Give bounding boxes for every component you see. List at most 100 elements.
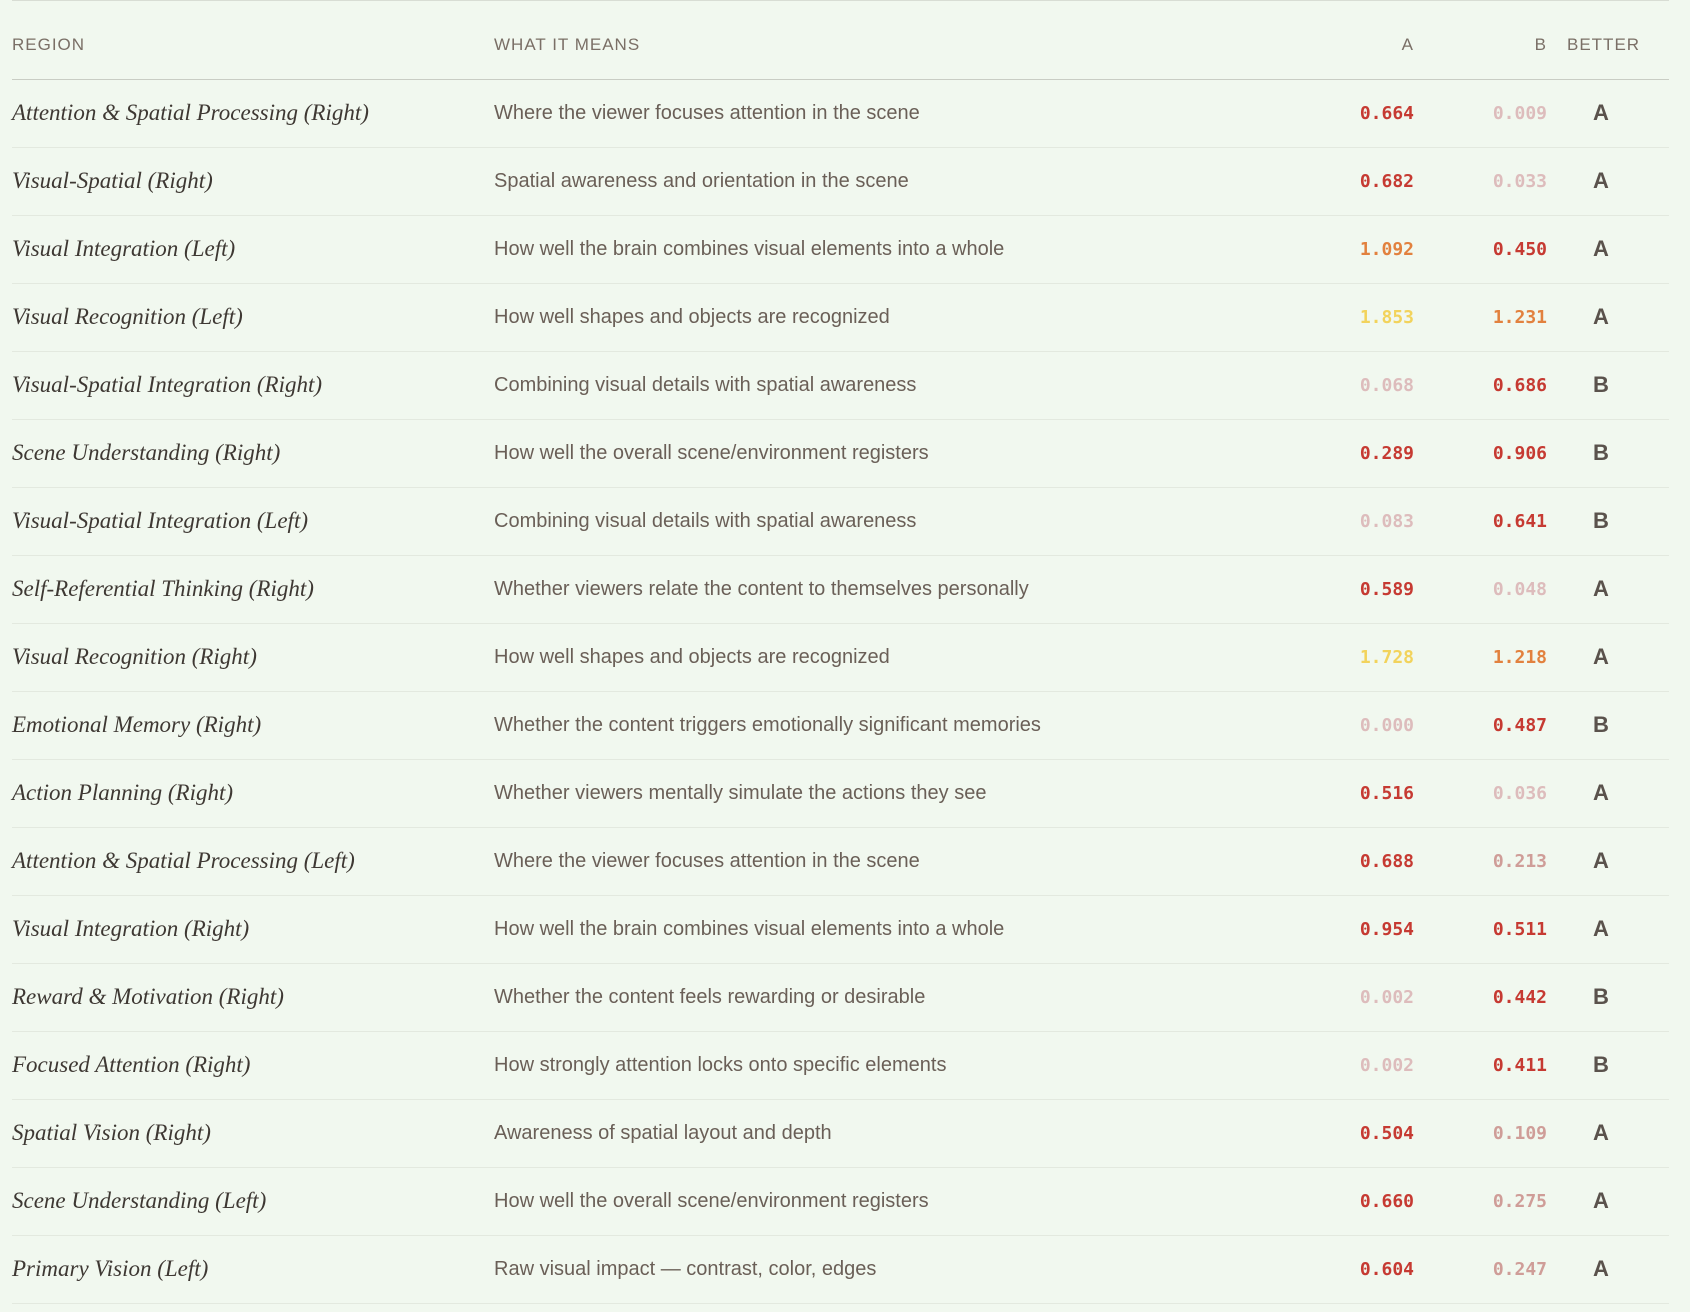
table-row: Spatial Vision (Right) Awareness of spati… [12,1099,1669,1168]
score-a-cell: 0.589 [1312,555,1439,624]
meaning-cell: Whether the content triggers emotionally… [494,691,1312,760]
score-b-cell: 0.275 [1439,1167,1559,1236]
meaning-cell: Where the viewer focuses attention in th… [494,79,1312,148]
score-a-cell: 0.504 [1312,1099,1439,1168]
better-cell: A [1559,79,1669,148]
score-b-cell: 1.218 [1439,623,1559,692]
meaning-cell: Spatial awareness and orientation in the… [494,147,1312,216]
table-row: Action Planning (Right) Whether viewers m… [12,759,1669,828]
meaning-cell: How well the brain combines visual eleme… [494,895,1312,964]
score-b-cell: 0.213 [1439,827,1559,896]
region-cell: Visual Integration (Right) [12,895,494,964]
region-cell: Scene Understanding (Right) [12,419,494,488]
region-cell: Visual-Spatial Integration (Left) [12,487,494,556]
score-b-cell: 0.442 [1439,963,1559,1032]
better-cell: B [1559,1031,1669,1100]
meaning-cell: How well shapes and objects are recogniz… [494,283,1312,352]
table-body: Attention & Spatial Processing (Right) Wh… [12,79,1669,1304]
region-cell: Reward & Motivation (Right) [12,963,494,1032]
meaning-cell: Whether the content feels rewarding or d… [494,963,1312,1032]
region-cell: Action Planning (Right) [12,759,494,828]
table-row: Scene Understanding (Right) How well the … [12,419,1669,488]
score-a-cell: 0.604 [1312,1235,1439,1304]
score-b-cell: 0.411 [1439,1031,1559,1100]
score-b-cell: 1.231 [1439,283,1559,352]
column-header-better[interactable]: BETTER [1559,1,1669,80]
region-cell: Visual Recognition (Left) [12,283,494,352]
column-header-a[interactable]: A [1312,1,1439,80]
table-row: Focused Attention (Right) How strongly at… [12,1031,1669,1100]
better-cell: B [1559,419,1669,488]
column-header-region[interactable]: REGION [12,1,494,80]
better-cell: A [1559,1099,1669,1168]
score-b-cell: 0.641 [1439,487,1559,556]
score-a-cell: 0.954 [1312,895,1439,964]
meaning-cell: How well the overall scene/environment r… [494,419,1312,488]
score-a-cell: 0.000 [1312,691,1439,760]
region-comparison-table: REGION WHAT IT MEANS A B BETTER Attentio… [12,1,1669,1304]
region-cell: Primary Vision (Left) [12,1235,494,1304]
region-comparison-table-container: REGION WHAT IT MEANS A B BETTER Attentio… [12,0,1669,1304]
meaning-cell: Combining visual details with spatial aw… [494,351,1312,420]
region-cell: Scene Understanding (Left) [12,1167,494,1236]
score-a-cell: 0.002 [1312,1031,1439,1100]
better-cell: B [1559,963,1669,1032]
table-row: Visual-Spatial (Right) Spatial awareness … [12,147,1669,216]
score-b-cell: 0.686 [1439,351,1559,420]
meaning-cell: How well the overall scene/environment r… [494,1167,1312,1236]
region-cell: Spatial Vision (Right) [12,1099,494,1168]
column-header-b[interactable]: B [1439,1,1559,80]
table-row: Visual Integration (Left) How well the br… [12,215,1669,284]
score-b-cell: 0.450 [1439,215,1559,284]
better-cell: A [1559,215,1669,284]
region-cell: Visual Recognition (Right) [12,623,494,692]
score-b-cell: 0.033 [1439,147,1559,216]
table-row: Scene Understanding (Left) How well the o… [12,1167,1669,1236]
score-b-cell: 0.109 [1439,1099,1559,1168]
score-b-cell: 0.511 [1439,895,1559,964]
score-b-cell: 0.487 [1439,691,1559,760]
better-cell: B [1559,691,1669,760]
table-row: Reward & Motivation (Right) Whether the c… [12,963,1669,1032]
better-cell: A [1559,895,1669,964]
table-row: Visual Recognition (Left) How well shapes… [12,283,1669,352]
better-cell: A [1559,827,1669,896]
region-cell: Visual-Spatial (Right) [12,147,494,216]
score-b-cell: 0.009 [1439,79,1559,148]
score-a-cell: 0.516 [1312,759,1439,828]
meaning-cell: Whether viewers mentally simulate the ac… [494,759,1312,828]
score-a-cell: 0.068 [1312,351,1439,420]
meaning-cell: Where the viewer focuses attention in th… [494,827,1312,896]
table-row: Attention & Spatial Processing (Right) Wh… [12,79,1669,148]
column-header-what-it-means[interactable]: WHAT IT MEANS [494,1,1312,80]
table-row: Visual Recognition (Right) How well shape… [12,623,1669,692]
better-cell: B [1559,351,1669,420]
region-cell: Visual-Spatial Integration (Right) [12,351,494,420]
score-a-cell: 0.289 [1312,419,1439,488]
better-cell: B [1559,487,1669,556]
score-b-cell: 0.906 [1439,419,1559,488]
score-a-cell: 0.682 [1312,147,1439,216]
table-row: Emotional Memory (Right) Whether the cont… [12,691,1669,760]
region-cell: Self-Referential Thinking (Right) [12,555,494,624]
meaning-cell: Whether viewers relate the content to th… [494,555,1312,624]
better-cell: A [1559,555,1669,624]
region-cell: Attention & Spatial Processing (Left) [12,827,494,896]
table-row: Visual Integration (Right) How well the b… [12,895,1669,964]
score-a-cell: 0.083 [1312,487,1439,556]
score-a-cell: 0.002 [1312,963,1439,1032]
region-cell: Focused Attention (Right) [12,1031,494,1100]
score-a-cell: 1.728 [1312,623,1439,692]
table-row: Self-Referential Thinking (Right) Whether… [12,555,1669,624]
table-row: Primary Vision (Left) Raw visual impact —… [12,1235,1669,1304]
better-cell: A [1559,1167,1669,1236]
table-row: Visual-Spatial Integration (Left) Combini… [12,487,1669,556]
table-row: Visual-Spatial Integration (Right) Combin… [12,351,1669,420]
score-b-cell: 0.036 [1439,759,1559,828]
better-cell: A [1559,759,1669,828]
meaning-cell: How well the brain combines visual eleme… [494,215,1312,284]
table-row: Attention & Spatial Processing (Left) Whe… [12,827,1669,896]
score-a-cell: 1.853 [1312,283,1439,352]
better-cell: A [1559,147,1669,216]
region-cell: Emotional Memory (Right) [12,691,494,760]
